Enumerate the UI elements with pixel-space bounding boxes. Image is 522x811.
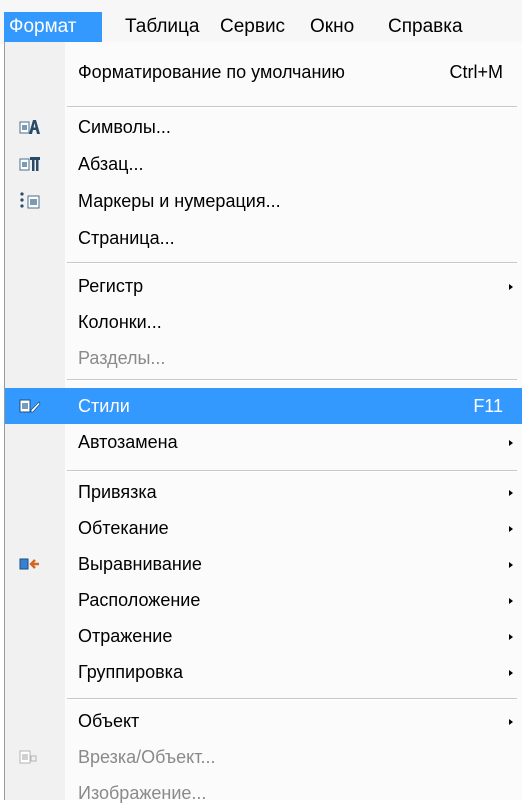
menu-item-label: Форматирование по умолчанию: [78, 62, 345, 82]
shortcut-label: Ctrl+M: [449, 62, 504, 82]
paragraph-icon: [19, 157, 40, 171]
bullets-numbering-icon: [20, 192, 40, 209]
submenu-arrow-icon: [509, 284, 513, 290]
menu-item-label: Стили: [78, 396, 130, 416]
menu-item-autocorrect[interactable]: Автозамена: [5, 424, 522, 460]
menu-item-bullets-numbering[interactable]: Маркеры и нумерация...: [5, 183, 522, 219]
menu-item-styles[interactable]: Стили F11: [5, 388, 522, 424]
menu-item-label: Объект: [78, 711, 140, 731]
menu-item-label: Маркеры и нумерация...: [78, 191, 281, 211]
menu-item-label: Регистр: [78, 276, 144, 296]
menu-item-label: Привязка: [78, 482, 157, 502]
menu-item-label: Разделы...: [78, 348, 166, 368]
menu-bar: Формат Таблица Сервис Окно Справка: [0, 0, 522, 44]
format-dropdown-menu: Форматирование по умолчанию Ctrl+M Симво…: [4, 42, 522, 803]
menu-format[interactable]: Формат: [4, 12, 102, 42]
menu-table[interactable]: Таблица: [120, 12, 205, 42]
menu-item-label: Колонки...: [78, 312, 162, 332]
menu-item-paragraph[interactable]: Абзац...: [5, 146, 522, 182]
menu-item-frame-object: Врезка/Объект...: [5, 739, 522, 775]
menu-item-label: Выравнивание: [78, 554, 202, 574]
menu-item-columns[interactable]: Колонки...: [5, 304, 522, 340]
menu-item-label: Страница...: [78, 228, 175, 248]
menu-item-arrange[interactable]: Расположение: [5, 582, 522, 618]
separator: [67, 379, 517, 381]
menu-item-label: Символы...: [78, 117, 171, 137]
menu-item-case[interactable]: Регистр: [5, 268, 522, 304]
submenu-arrow-icon: [509, 598, 513, 604]
menu-item-alignment[interactable]: Выравнивание: [5, 546, 522, 582]
menu-item-sections: Разделы...: [5, 340, 522, 376]
menu-item-label: Изображение...: [78, 783, 207, 803]
menu-item-image: Изображение...: [5, 775, 522, 811]
menu-item-object[interactable]: Объект: [5, 703, 522, 739]
menu-item-label: Обтекание: [78, 518, 169, 538]
separator: [67, 698, 517, 700]
separator: [67, 262, 517, 264]
menu-item-group[interactable]: Группировка: [5, 654, 522, 690]
menu-item-label: Расположение: [78, 590, 201, 610]
menu-window[interactable]: Окно: [305, 12, 359, 42]
menu-item-wrap[interactable]: Обтекание: [5, 510, 522, 546]
menu-item-label: Автозамена: [78, 432, 178, 452]
menu-item-label: Абзац...: [78, 154, 144, 174]
menu-help[interactable]: Справка: [383, 12, 468, 42]
submenu-arrow-icon: [509, 670, 513, 676]
menu-item-label: Отражение: [78, 626, 173, 646]
submenu-arrow-icon: [509, 562, 513, 568]
alignment-icon: [19, 558, 39, 570]
separator: [67, 470, 517, 472]
shortcut-label: F11: [473, 396, 503, 416]
separator: [67, 106, 517, 108]
submenu-arrow-icon: [509, 634, 513, 640]
menu-item-page[interactable]: Страница...: [5, 220, 522, 256]
submenu-arrow-icon: [509, 719, 513, 725]
frame-object-icon: [19, 750, 37, 764]
styles-icon: [19, 399, 41, 413]
menu-item-label: Группировка: [78, 662, 183, 682]
menu-item-default-formatting[interactable]: Форматирование по умолчанию Ctrl+M: [5, 54, 522, 90]
menu-item-characters[interactable]: Символы...: [5, 109, 522, 145]
submenu-arrow-icon: [509, 526, 513, 532]
menu-item-flip[interactable]: Отражение: [5, 618, 522, 654]
characters-icon: [19, 120, 40, 134]
submenu-arrow-icon: [509, 490, 513, 496]
submenu-arrow-icon: [509, 440, 513, 446]
menu-tools[interactable]: Сервис: [215, 12, 290, 42]
menu-item-label: Врезка/Объект...: [78, 747, 216, 767]
menu-item-anchor[interactable]: Привязка: [5, 474, 522, 510]
